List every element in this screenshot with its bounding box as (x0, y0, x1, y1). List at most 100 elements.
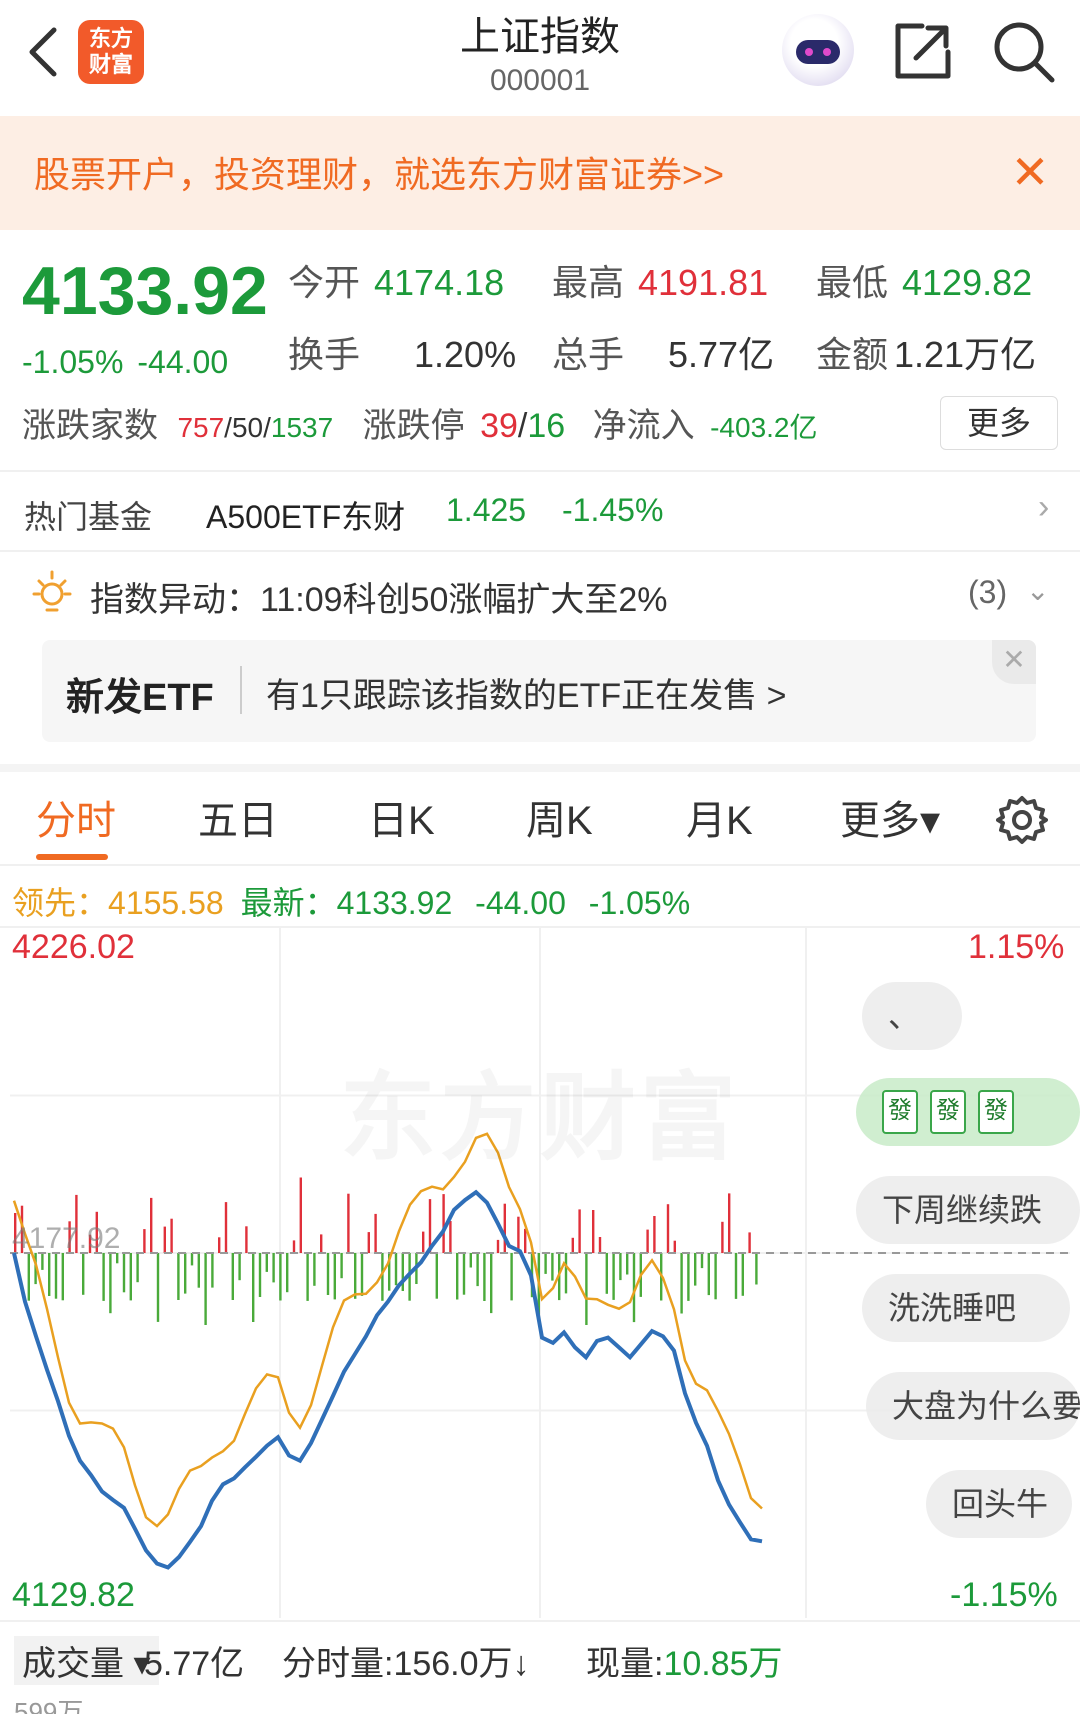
volume-bar (592, 1210, 595, 1253)
volume-bar (721, 1221, 724, 1253)
etf-separator (240, 666, 242, 714)
hot-fund-name[interactable]: A500ETF东财 (206, 492, 405, 538)
assistant-robot-icon[interactable] (782, 14, 854, 86)
tab-daily-k[interactable]: 日K (368, 788, 435, 846)
volume-bar (122, 1253, 126, 1293)
volume-bar (102, 1253, 105, 1301)
volume-bar (598, 1237, 602, 1253)
new-etf-card[interactable]: 新发ETF 有1只跟踪该指数的ETF正在发售 > ✕ (42, 640, 1036, 742)
volume-label: 总手 (552, 334, 625, 375)
lead-label: 领先： (12, 885, 109, 921)
hot-fund-value: 1.425 (446, 492, 527, 528)
volume-bar (571, 1237, 574, 1253)
breadth-up: 757 (177, 412, 225, 443)
hot-fund-row[interactable]: 热门基金 A500ETF东财 1.425 -1.45% › (0, 472, 1080, 550)
volume-bar (585, 1253, 588, 1325)
turnover-label: 换手 (288, 334, 361, 375)
volume-bar (61, 1253, 64, 1301)
tab-five-day[interactable]: 五日 (198, 788, 278, 846)
high-label: 最高 (552, 262, 625, 303)
breadth-row: 涨跌家数 757/50/1537 涨跌停 39/16 净流入 -403.2亿 (22, 398, 818, 447)
top-price-label: 4226.02 (12, 928, 135, 966)
volume-bar (204, 1253, 207, 1325)
banner-text[interactable]: 股票开户，投资理财，就选东方财富证券>> (34, 146, 724, 198)
low-value: 4129.82 (902, 262, 1033, 303)
search-icon[interactable] (990, 18, 1056, 84)
amount-stat: 金额 1.21万亿 (816, 326, 1036, 378)
volume-bar (367, 1232, 370, 1253)
chevron-down-icon[interactable]: ⌄ (1026, 574, 1049, 607)
volume-bar (401, 1253, 404, 1291)
close-icon[interactable]: ✕ (992, 640, 1036, 684)
volume-bar (326, 1253, 330, 1295)
low-label: 最低 (816, 262, 889, 303)
new-etf-message[interactable]: 有1只跟踪该指数的ETF正在发售 > (266, 668, 786, 717)
volume-bar (299, 1177, 302, 1253)
volume-bar (687, 1253, 690, 1301)
volume-bar (653, 1216, 656, 1253)
volume-bar (462, 1253, 466, 1295)
volume-bar (163, 1226, 166, 1253)
tick-volume-label: 分时量: (282, 1645, 394, 1683)
index-alert-row[interactable]: 指数异动：11:09科创50涨幅扩大至2% (3) ⌄ (0, 556, 1080, 632)
banner-close-icon[interactable]: ✕ (1004, 146, 1056, 198)
volume-bar (156, 1253, 160, 1322)
tab-weekly-k[interactable]: 周K (526, 788, 593, 846)
volume-bar (54, 1253, 58, 1299)
avg-price-line (12, 1132, 763, 1528)
bottom-pct-label: -1.15% (950, 1576, 1058, 1614)
comment-bubble[interactable]: 回头牛 (926, 1470, 1072, 1538)
volume-bar (231, 1253, 234, 1300)
volume-bar (422, 1231, 425, 1253)
hot-fund-pct: -1.45% (562, 492, 664, 528)
volume-bar (333, 1253, 336, 1300)
limit-sep: / (517, 407, 528, 445)
volume-bar (129, 1253, 132, 1301)
promo-banner[interactable]: 股票开户，投资理财，就选东方财富证券>> ✕ (0, 116, 1080, 230)
bottom-price-label: 4129.82 (12, 1576, 135, 1614)
fa-tile: 發 (930, 1090, 966, 1134)
volume-selector[interactable]: 成交量 ▾ (14, 1636, 159, 1685)
volume-bar (646, 1229, 649, 1253)
turnover-value: 1.20% (414, 334, 517, 375)
volume-bar (619, 1253, 622, 1281)
fa-tile: 發 (978, 1090, 1014, 1134)
comment-bubble[interactable]: 大盘为什么要 (866, 1372, 1080, 1440)
gear-icon[interactable] (996, 794, 1048, 846)
volume-bar (238, 1253, 241, 1281)
comment-bubble-fa[interactable]: 發發發 (856, 1078, 1080, 1146)
tab-intraday[interactable]: 分时 (36, 788, 116, 846)
volume-bar (313, 1253, 316, 1286)
tab-monthly-k[interactable]: 月K (686, 788, 753, 846)
latest-label: 最新： (240, 885, 337, 921)
comment-bubble[interactable]: 、 (862, 982, 962, 1050)
period-tabs: 分时 五日 日K 周K 月K 更多▾ (0, 764, 1080, 864)
volume-bar (394, 1253, 398, 1286)
low-stat: 最低 4129.82 (816, 254, 1032, 306)
comment-bubble[interactable]: 下周继续跌 (856, 1176, 1080, 1244)
volume-bar (252, 1253, 255, 1322)
volume-bar (109, 1253, 112, 1314)
volume-bar (510, 1253, 513, 1301)
volume-bar (374, 1213, 377, 1253)
top-pct-label: 1.15% (968, 928, 1065, 966)
volume-bar (734, 1253, 738, 1299)
limit-label: 涨跌停 (362, 407, 465, 445)
tab-more[interactable]: 更多▾ (840, 788, 940, 846)
volume-bar (449, 1221, 452, 1253)
volume-bar (714, 1253, 717, 1300)
volume-bar (612, 1253, 615, 1300)
divider (0, 1620, 1080, 1622)
more-button[interactable]: 更多 (940, 396, 1058, 450)
volume-bar (741, 1253, 744, 1296)
breadth-label: 涨跌家数 (22, 407, 158, 445)
limit-down: 16 (527, 407, 566, 445)
comment-bubble[interactable]: 洗洗睡吧 (862, 1274, 1070, 1342)
volume-bar (490, 1253, 493, 1314)
chevron-right-icon[interactable]: › (1038, 488, 1049, 527)
volume-bar (265, 1253, 268, 1272)
change-pct: -1.05% (22, 344, 124, 380)
volume-bar (150, 1197, 153, 1253)
share-icon[interactable] (892, 20, 954, 82)
volume-bar (82, 1253, 85, 1295)
